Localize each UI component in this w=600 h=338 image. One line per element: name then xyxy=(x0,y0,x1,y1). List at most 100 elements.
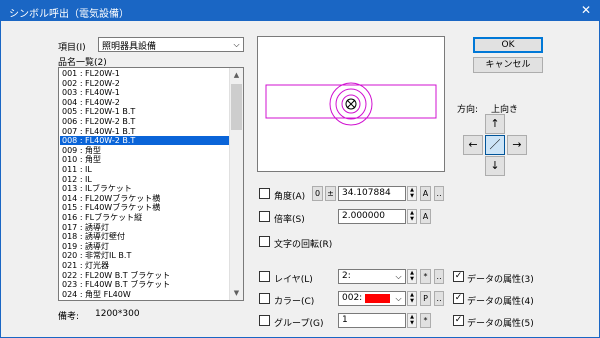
spin-down-icon[interactable]: ▼ xyxy=(408,193,416,199)
direction-label: 方向: xyxy=(457,105,479,115)
chevron-down-icon: ⌵ xyxy=(395,294,402,303)
layer-pick-button[interactable]: ‥ xyxy=(434,269,444,284)
angle-spinner[interactable]: ▲ ▼ xyxy=(407,186,417,201)
attr3-label: データの属性(3) xyxy=(467,275,534,285)
rotate-text-label: 文字の回転(R) xyxy=(274,240,333,250)
spin-down-icon[interactable]: ▼ xyxy=(408,216,416,222)
spin-down-icon[interactable]: ▼ xyxy=(408,276,416,282)
list-item[interactable]: 008 : FL40W-2 B.T xyxy=(60,136,230,146)
angle-label: 角度(A) xyxy=(274,192,306,202)
remark-label: 備考: xyxy=(58,312,80,322)
remark-value: 1200*300 xyxy=(95,309,140,319)
rotate-text-checkbox[interactable] xyxy=(259,236,270,247)
scroll-thumb[interactable] xyxy=(231,84,242,130)
angle-a-button[interactable]: A xyxy=(420,186,431,201)
scale-checkbox[interactable] xyxy=(259,211,270,222)
layer-label: レイヤ(L) xyxy=(274,275,313,285)
group-input-value: 1 xyxy=(342,315,348,325)
angle-checkbox[interactable] xyxy=(259,188,270,199)
direction-diagonal-button[interactable]: ／ xyxy=(485,135,505,155)
list-item[interactable]: 024 : 角型 FL40W xyxy=(60,290,230,299)
angle-input[interactable]: 34.107884 xyxy=(338,186,406,201)
attr5-label: データの属性(5) xyxy=(467,319,534,329)
list-item[interactable]: 001 : FL20W-1 xyxy=(60,69,230,78)
scale-spinner[interactable]: ▲ ▼ xyxy=(407,209,417,224)
color-pick-button[interactable]: ‥ xyxy=(434,291,444,306)
group-input[interactable]: 1 xyxy=(338,313,406,328)
list-item[interactable]: 011 : IL xyxy=(60,165,230,174)
angle-plusminus-button[interactable]: ± xyxy=(325,186,336,201)
angle-pick-button[interactable]: ‥ xyxy=(434,186,444,201)
list-scrollbar[interactable]: ▲ ▼ xyxy=(229,68,243,300)
scale-a-button[interactable]: A xyxy=(420,209,431,224)
group-star-button[interactable]: * xyxy=(420,313,431,328)
layer-checkbox[interactable] xyxy=(259,271,270,282)
spin-down-icon[interactable]: ▼ xyxy=(408,298,416,304)
scale-label: 倍率(S) xyxy=(274,215,305,225)
angle-zero-button[interactable]: 0 xyxy=(312,186,323,201)
layer-select-value: 2: xyxy=(342,271,351,281)
color-p-button[interactable]: P xyxy=(420,291,431,306)
layer-spinner[interactable]: ▲ ▼ xyxy=(407,269,417,284)
title-bar: シンボル呼出（電気設備） ✕ xyxy=(1,1,599,21)
attr4-checkbox[interactable]: ✓ xyxy=(453,293,464,304)
color-swatch xyxy=(365,294,390,303)
list-item[interactable]: 010 : 角型 xyxy=(60,155,230,164)
window-title: シンボル呼出（電気設備） xyxy=(9,9,129,20)
group-spinner[interactable]: ▲ ▼ xyxy=(407,313,417,328)
scroll-up-icon[interactable]: ▲ xyxy=(230,68,243,82)
scroll-down-icon[interactable]: ▼ xyxy=(230,286,243,300)
scale-input-value: 2.000000 xyxy=(342,211,385,221)
list-item[interactable]: 018 : 誘導灯壁付 xyxy=(60,232,230,241)
list-item[interactable]: 015 : FL40Wブラケット横 xyxy=(60,203,230,212)
ok-button[interactable]: OK xyxy=(473,37,543,53)
color-checkbox[interactable] xyxy=(259,293,270,304)
preview-canvas xyxy=(265,82,437,126)
chevron-down-icon: ⌵ xyxy=(395,272,402,281)
group-checkbox[interactable] xyxy=(259,315,270,326)
item-select-value: 照明器具設備 xyxy=(102,42,157,52)
list-item[interactable]: 006 : FL20W-2 B.T xyxy=(60,117,230,126)
list-item[interactable]: 022 : FL20W B.T ブラケット xyxy=(60,271,230,280)
color-select-value: 002: xyxy=(342,293,363,303)
list-item[interactable]: 019 : 誘導灯 xyxy=(60,242,230,251)
list-item[interactable]: 002 : FL20W-2 xyxy=(60,79,230,88)
angle-input-value: 34.107884 xyxy=(342,188,391,198)
list-item[interactable]: 014 : FL20Wブラケット横 xyxy=(60,194,230,203)
direction-left-button[interactable]: ← xyxy=(463,135,483,155)
symbol-preview xyxy=(257,36,445,172)
list-item[interactable]: 021 : 灯光器 xyxy=(60,261,230,270)
attr4-label: データの属性(4) xyxy=(467,297,534,307)
symbol-call-dialog: シンボル呼出（電気設備） ✕ 項目(I) 照明器具設備 ⌵ 品名一覧(2) 00… xyxy=(0,0,600,338)
item-select[interactable]: 照明器具設備 ⌵ xyxy=(98,37,244,52)
list-item[interactable]: 023 : FL40W B.T ブラケット xyxy=(60,280,230,289)
direction-right-button[interactable]: → xyxy=(507,135,527,155)
list-item[interactable]: 017 : 誘導灯 xyxy=(60,223,230,232)
list-item[interactable]: 004 : FL40W-2 xyxy=(60,98,230,107)
list-item[interactable]: 020 : 非常灯IL B.T xyxy=(60,251,230,260)
color-select[interactable]: 002: ⌵ xyxy=(338,291,406,306)
spin-down-icon[interactable]: ▼ xyxy=(408,320,416,326)
attr5-checkbox[interactable]: ✓ xyxy=(453,315,464,326)
chevron-down-icon: ⌵ xyxy=(233,40,240,49)
list-item[interactable]: 003 : FL40W-1 xyxy=(60,88,230,97)
list-item[interactable]: 012 : IL xyxy=(60,175,230,184)
color-label: カラー(C) xyxy=(274,297,315,307)
layer-star-button[interactable]: * xyxy=(420,269,431,284)
attr3-checkbox[interactable]: ✓ xyxy=(453,271,464,282)
color-spinner[interactable]: ▲ ▼ xyxy=(407,291,417,306)
list-item[interactable]: 005 : FL20W-1 B.T xyxy=(60,107,230,116)
item-label: 項目(I) xyxy=(58,43,86,53)
direction-up-button[interactable]: ↑ xyxy=(485,114,505,134)
list-item[interactable]: 016 : FLブラケット縦 xyxy=(60,213,230,222)
part-list[interactable]: 001 : FL20W-1 002 : FL20W-2 003 : FL40W-1 0… xyxy=(58,67,244,301)
scale-input[interactable]: 2.000000 xyxy=(338,209,406,224)
direction-down-button[interactable]: ↓ xyxy=(485,156,505,176)
list-item[interactable]: 013 : ILブラケット xyxy=(60,184,230,193)
group-label: グループ(G) xyxy=(274,319,324,329)
list-item[interactable]: 009 : 角型 xyxy=(60,146,230,155)
list-item[interactable]: 007 : FL40W-1 B.T xyxy=(60,127,230,136)
close-icon[interactable]: ✕ xyxy=(581,3,591,17)
cancel-button[interactable]: キャンセル xyxy=(473,57,543,73)
layer-select[interactable]: 2: ⌵ xyxy=(338,269,406,284)
